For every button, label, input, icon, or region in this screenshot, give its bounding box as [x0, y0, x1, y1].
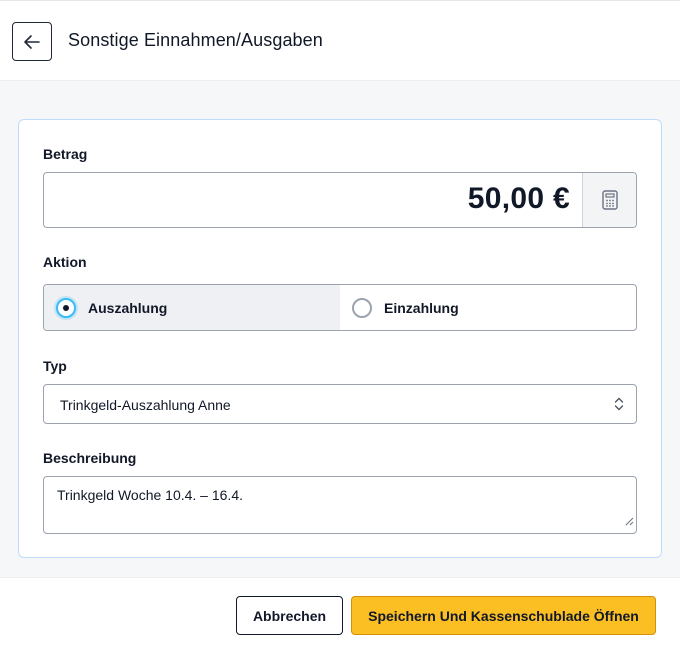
radio-button-unselected[interactable] [352, 297, 372, 318]
resize-grip-icon[interactable] [625, 513, 634, 531]
radio-label-einzahlung: Einzahlung [384, 299, 459, 316]
back-button[interactable] [12, 22, 52, 61]
description-label: Beschreibung [43, 450, 137, 466]
amount-value: 50,00 € [467, 182, 570, 215]
radio-button-selected[interactable] [56, 297, 76, 318]
chevron-up-down-icon [614, 396, 624, 417]
calculator-icon [601, 190, 618, 210]
radio-dot [63, 304, 69, 311]
radio-option-einzahlung[interactable]: Einzahlung [340, 285, 636, 330]
amount-label: Betrag [43, 146, 88, 162]
dialog-footer: Abbrechen Speichern Und Kassenschublade … [0, 578, 680, 652]
save-and-open-drawer-button[interactable]: Speichern Und Kassenschublade Öffnen [351, 596, 656, 635]
arrow-left-icon [23, 34, 41, 50]
description-textarea[interactable]: Trinkgeld Woche 10.4. – 16.4. [43, 476, 637, 534]
calculator-button[interactable] [582, 173, 636, 227]
form-card: Betrag 50,00 € Aktion Auszahlung Einzahl… [18, 119, 662, 558]
type-select[interactable]: Trinkgeld-Auszahlung Anne [43, 384, 637, 424]
content-area: Betrag 50,00 € Aktion Auszahlung Einzahl… [0, 80, 680, 578]
amount-input[interactable]: 50,00 € [43, 172, 637, 228]
cancel-button[interactable]: Abbrechen [236, 596, 343, 635]
page-header: Sonstige Einnahmen/Ausgaben [0, 1, 680, 80]
action-label: Aktion [43, 254, 87, 270]
radio-option-auszahlung[interactable]: Auszahlung [44, 285, 340, 330]
page-title: Sonstige Einnahmen/Ausgaben [68, 30, 323, 50]
type-select-value: Trinkgeld-Auszahlung Anne [60, 397, 231, 413]
radio-label-auszahlung: Auszahlung [88, 299, 168, 316]
type-label: Typ [43, 358, 67, 374]
action-radio-group: Auszahlung Einzahlung [43, 284, 637, 331]
description-text: Trinkgeld Woche 10.4. – 16.4. [57, 487, 243, 503]
